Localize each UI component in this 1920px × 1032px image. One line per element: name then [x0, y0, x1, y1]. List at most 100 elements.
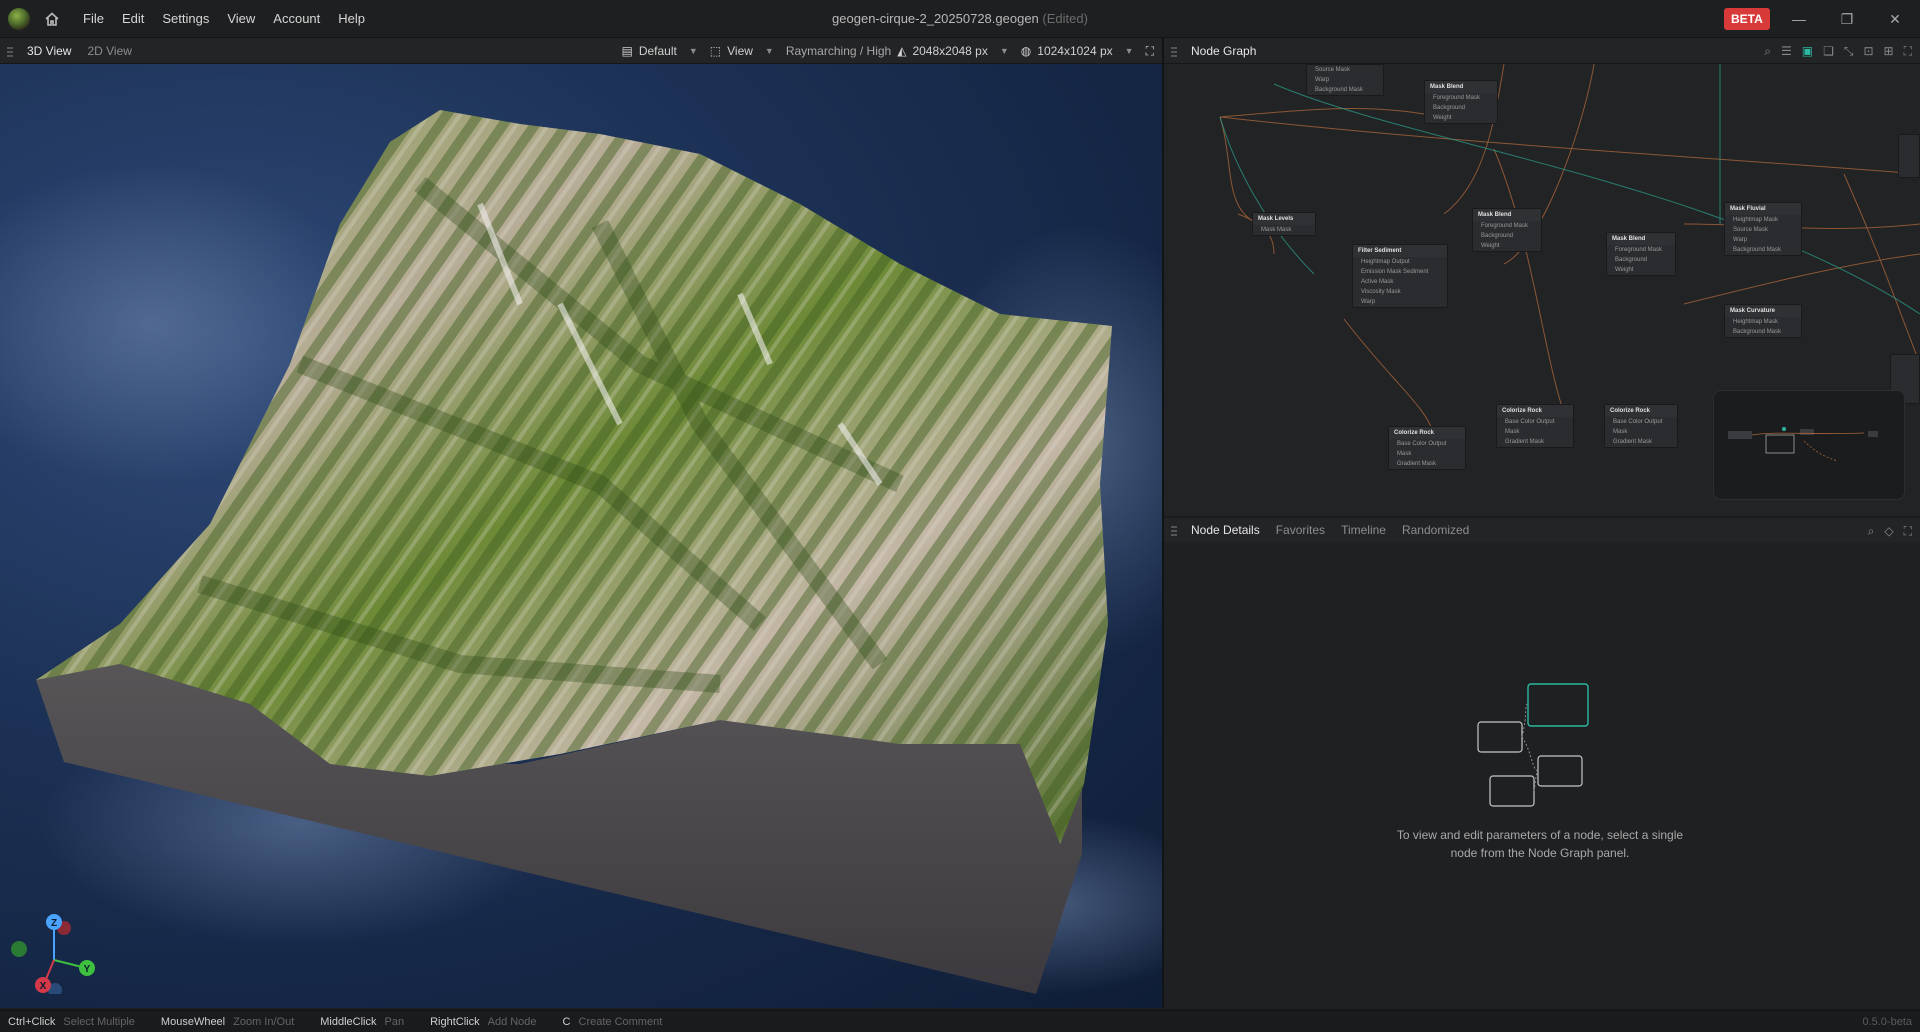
status-bar: Ctrl+Click Select Multiple MouseWheel Zo…	[0, 1010, 1920, 1032]
tab-node-details[interactable]: Node Details	[1183, 523, 1268, 537]
node-port: Background	[1481, 233, 1514, 239]
node-port: Foreground Mask	[1481, 223, 1529, 229]
view-dropdown[interactable]: View	[727, 44, 753, 58]
shortcut-action: Pan	[384, 1015, 405, 1028]
menu-settings[interactable]: Settings	[153, 11, 218, 26]
search-icon[interactable]: ⌕	[1764, 44, 1771, 59]
chevron-down-icon[interactable]: ▼	[1000, 46, 1009, 56]
node-title: Mask Blend	[1425, 81, 1497, 93]
node-title: Mask Blend	[1473, 209, 1541, 221]
node-title: Mask Blend	[1607, 233, 1675, 245]
tab-3d-view[interactable]: 3D View	[19, 44, 79, 58]
node-port: Emission Mask Sediment	[1361, 269, 1429, 275]
graph-node-mask-fluvial[interactable]: Mask Fluvial Heightmap Mask Source Mask …	[1724, 202, 1802, 256]
app-logo[interactable]	[8, 7, 30, 30]
graph-node-colorize-rock[interactable]: Colorize Rock Base Color Output Mask Gra…	[1496, 404, 1574, 448]
shortcut-key: C	[562, 1015, 571, 1028]
node-port: Background Mask	[1315, 87, 1364, 93]
title-bar: File Edit Settings View Account Help geo…	[0, 0, 1920, 38]
edited-indicator: (Edited)	[1042, 11, 1088, 26]
tab-2d-view[interactable]: 2D View	[79, 44, 139, 58]
menu-account[interactable]: Account	[264, 11, 329, 26]
graph-node-filter-sediment[interactable]: Filter Sediment Heightmap Output Emissio…	[1352, 244, 1448, 308]
panel-grip-icon[interactable]	[7, 44, 13, 57]
menu-view[interactable]: View	[218, 11, 264, 26]
shortcut-key: MouseWheel	[160, 1015, 226, 1028]
frame-icon[interactable]: ⊡	[1863, 44, 1873, 58]
wand-icon[interactable]: ⤡	[1844, 44, 1854, 59]
node-port: Background Mask	[1733, 247, 1782, 253]
menu-bar: File Edit Settings View Account Help	[74, 11, 374, 26]
node-title: Mask Curvature	[1725, 305, 1801, 317]
node-port: Warp	[1361, 299, 1376, 305]
axis-z-label: Z	[51, 918, 57, 929]
viewport-tools: ▤ Default ▼ ⬚ View ▼ Raymarching / High …	[621, 38, 1154, 64]
globe-icon: ◍	[1020, 44, 1032, 58]
node-port: Mask	[1397, 451, 1412, 457]
panel-grip-icon[interactable]	[1171, 44, 1177, 57]
node-port: Base Color Output	[1613, 419, 1663, 425]
graph-node-mask-blend[interactable]: Mask Blend Foreground Mask Background We…	[1472, 208, 1542, 252]
menu-file[interactable]: File	[74, 11, 113, 26]
graph-node-colorize-rock[interactable]: Colorize Rock Base Color Output Mask Gra…	[1604, 404, 1678, 448]
node-port: Mask	[1613, 429, 1628, 435]
tab-randomized[interactable]: Randomized	[1394, 523, 1477, 537]
node-title: Colorize Rock	[1389, 427, 1465, 439]
search-icon[interactable]: ⌕	[1868, 524, 1875, 539]
graph-node-colorize-rock[interactable]: Colorize Rock Base Color Output Mask Gra…	[1388, 426, 1466, 470]
node-port: Gradient Mask	[1397, 461, 1437, 467]
fullscreen-icon[interactable]: ⛶	[1146, 44, 1154, 59]
node-title: Colorize Rock	[1605, 405, 1677, 417]
shortcut-action: Zoom In/Out	[233, 1015, 295, 1028]
preview-resolution-dropdown[interactable]: 1024x1024 px	[1037, 44, 1112, 58]
minimize-icon[interactable]: —	[1788, 8, 1810, 30]
node-port: Gradient Mask	[1505, 439, 1545, 445]
chevron-down-icon[interactable]: ▼	[689, 46, 698, 56]
chevron-down-icon[interactable]: ▼	[765, 46, 774, 56]
fit-icon[interactable]: ⊞	[1884, 44, 1894, 58]
tab-favorites[interactable]: Favorites	[1268, 523, 1333, 537]
panel-grip-icon[interactable]	[1171, 524, 1177, 536]
graph-node-mask-levels[interactable]: Mask Levels Mask Mask	[1252, 212, 1316, 236]
document-name: geogen-cirque-2_20250728.geogen	[832, 11, 1039, 26]
fullscreen-icon[interactable]: ⛶	[1904, 44, 1912, 59]
beta-badge[interactable]: BETA	[1724, 8, 1770, 30]
menu-help[interactable]: Help	[329, 11, 374, 26]
list-icon[interactable]: ☰	[1781, 44, 1792, 58]
grid-snap-icon[interactable]: ▣	[1802, 44, 1813, 58]
node-port: Heightmap Mask	[1733, 217, 1779, 223]
shortcut-key: Ctrl+Click	[8, 1015, 56, 1028]
node-port: Background Mask	[1733, 329, 1782, 335]
graph-node[interactable]: Source Mask Warp Background Mask	[1306, 64, 1384, 96]
graph-node-mask-blend[interactable]: Mask Blend Foreground Mask Background We…	[1424, 80, 1498, 124]
close-icon[interactable]: ✕	[1884, 8, 1906, 30]
axis-gizmo[interactable]: Z Y X	[6, 904, 106, 994]
shortcut-action: Add Node	[487, 1015, 537, 1028]
menu-edit[interactable]: Edit	[113, 11, 153, 26]
node-port: Viscosity Mask	[1361, 289, 1401, 295]
node-title: Mask Levels	[1253, 213, 1315, 225]
fullscreen-icon[interactable]: ⛶	[1904, 524, 1912, 539]
empty-state-hint: To view and edit parameters of a node, s…	[1396, 828, 1684, 860]
home-icon[interactable]	[44, 11, 60, 27]
node-port: Background	[1433, 105, 1466, 111]
graph-minimap[interactable]	[1713, 390, 1905, 500]
preset-dropdown[interactable]: Default	[639, 44, 677, 58]
node-port: Heightmap Mask	[1733, 319, 1779, 325]
graph-node-mask-curvature[interactable]: Mask Curvature Heightmap Mask Background…	[1724, 304, 1802, 338]
node-title: Filter Sediment	[1353, 245, 1447, 257]
restore-icon[interactable]: ❐	[1836, 8, 1858, 30]
graph-node-offscreen[interactable]	[1898, 134, 1920, 178]
3d-viewport[interactable]: Z Y X	[0, 64, 1162, 1008]
render-mode[interactable]: Raymarching / High	[786, 44, 891, 58]
tab-timeline[interactable]: Timeline	[1333, 523, 1394, 537]
node-port: Weight	[1433, 115, 1452, 121]
diamond-icon[interactable]: ◇	[1884, 524, 1893, 538]
layers-icon[interactable]: ❏	[1823, 44, 1834, 58]
resolution-dropdown[interactable]: 2048x2048 px	[912, 44, 987, 58]
chevron-down-icon[interactable]: ▼	[1125, 46, 1134, 56]
node-port: Foreground Mask	[1433, 95, 1481, 101]
graph-node-mask-blend[interactable]: Mask Blend Foreground Mask Background We…	[1606, 232, 1676, 276]
node-graph-title[interactable]: Node Graph	[1183, 44, 1264, 58]
node-graph-toolbar: Node Graph ⌕ ☰ ▣ ❏ ⤡ ⊡ ⊞ ⛶	[1164, 38, 1920, 64]
